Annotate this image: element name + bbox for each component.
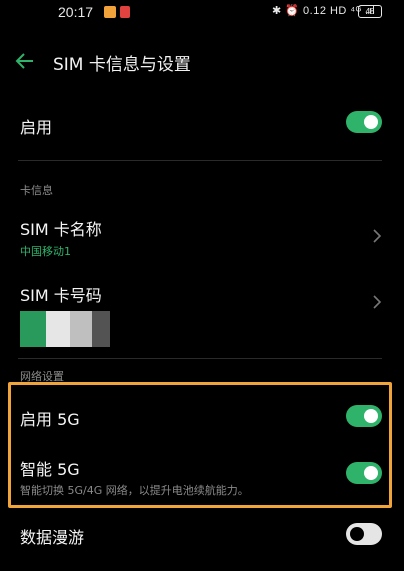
toggle-knob	[364, 409, 378, 423]
data-roaming-toggle[interactable]	[346, 523, 382, 545]
smart-5g-row[interactable]: 智能 5G 智能切换 5G/4G 网络，以提升电池续航能力。	[0, 448, 404, 500]
enable-sim-label: 启用	[20, 118, 53, 137]
data-roaming-label: 数据漫游	[20, 528, 85, 547]
status-bar: 20:17 ✱ ⏰ 0.12 HD ⁴ᴳ .ıl 48	[0, 0, 404, 28]
page-title: SIM 卡信息与设置	[53, 55, 191, 75]
arrow-left-icon[interactable]	[14, 50, 36, 72]
battery-icon: 48	[358, 5, 382, 18]
toggle-knob	[350, 527, 364, 541]
toggle-knob	[364, 466, 378, 480]
divider	[18, 358, 382, 359]
sim-number-label: SIM 卡号码	[20, 286, 102, 305]
sim-name-value: 中国移动1	[20, 245, 71, 258]
enable-5g-label: 启用 5G	[20, 410, 80, 429]
smart-5g-description: 智能切换 5G/4G 网络，以提升电池续航能力。	[20, 484, 249, 497]
section-label-card-info: 卡信息	[20, 184, 53, 197]
divider	[18, 160, 382, 161]
data-roaming-row[interactable]: 数据漫游	[0, 512, 404, 556]
notification-alert-icon	[120, 6, 130, 18]
sim-number-redacted	[20, 311, 120, 347]
chevron-right-icon	[373, 295, 382, 309]
sim-name-label: SIM 卡名称	[20, 220, 102, 239]
chevron-right-icon	[373, 229, 382, 243]
enable-5g-row[interactable]: 启用 5G	[0, 394, 404, 438]
smart-5g-label: 智能 5G	[20, 460, 80, 479]
notification-app-icon	[104, 6, 116, 18]
enable-5g-toggle[interactable]	[346, 405, 382, 427]
enable-sim-toggle[interactable]	[346, 111, 382, 133]
smart-5g-toggle[interactable]	[346, 462, 382, 484]
sim-name-row[interactable]: SIM 卡名称 中国移动1	[0, 208, 404, 268]
toggle-knob	[364, 115, 378, 129]
status-time: 20:17	[58, 4, 94, 20]
